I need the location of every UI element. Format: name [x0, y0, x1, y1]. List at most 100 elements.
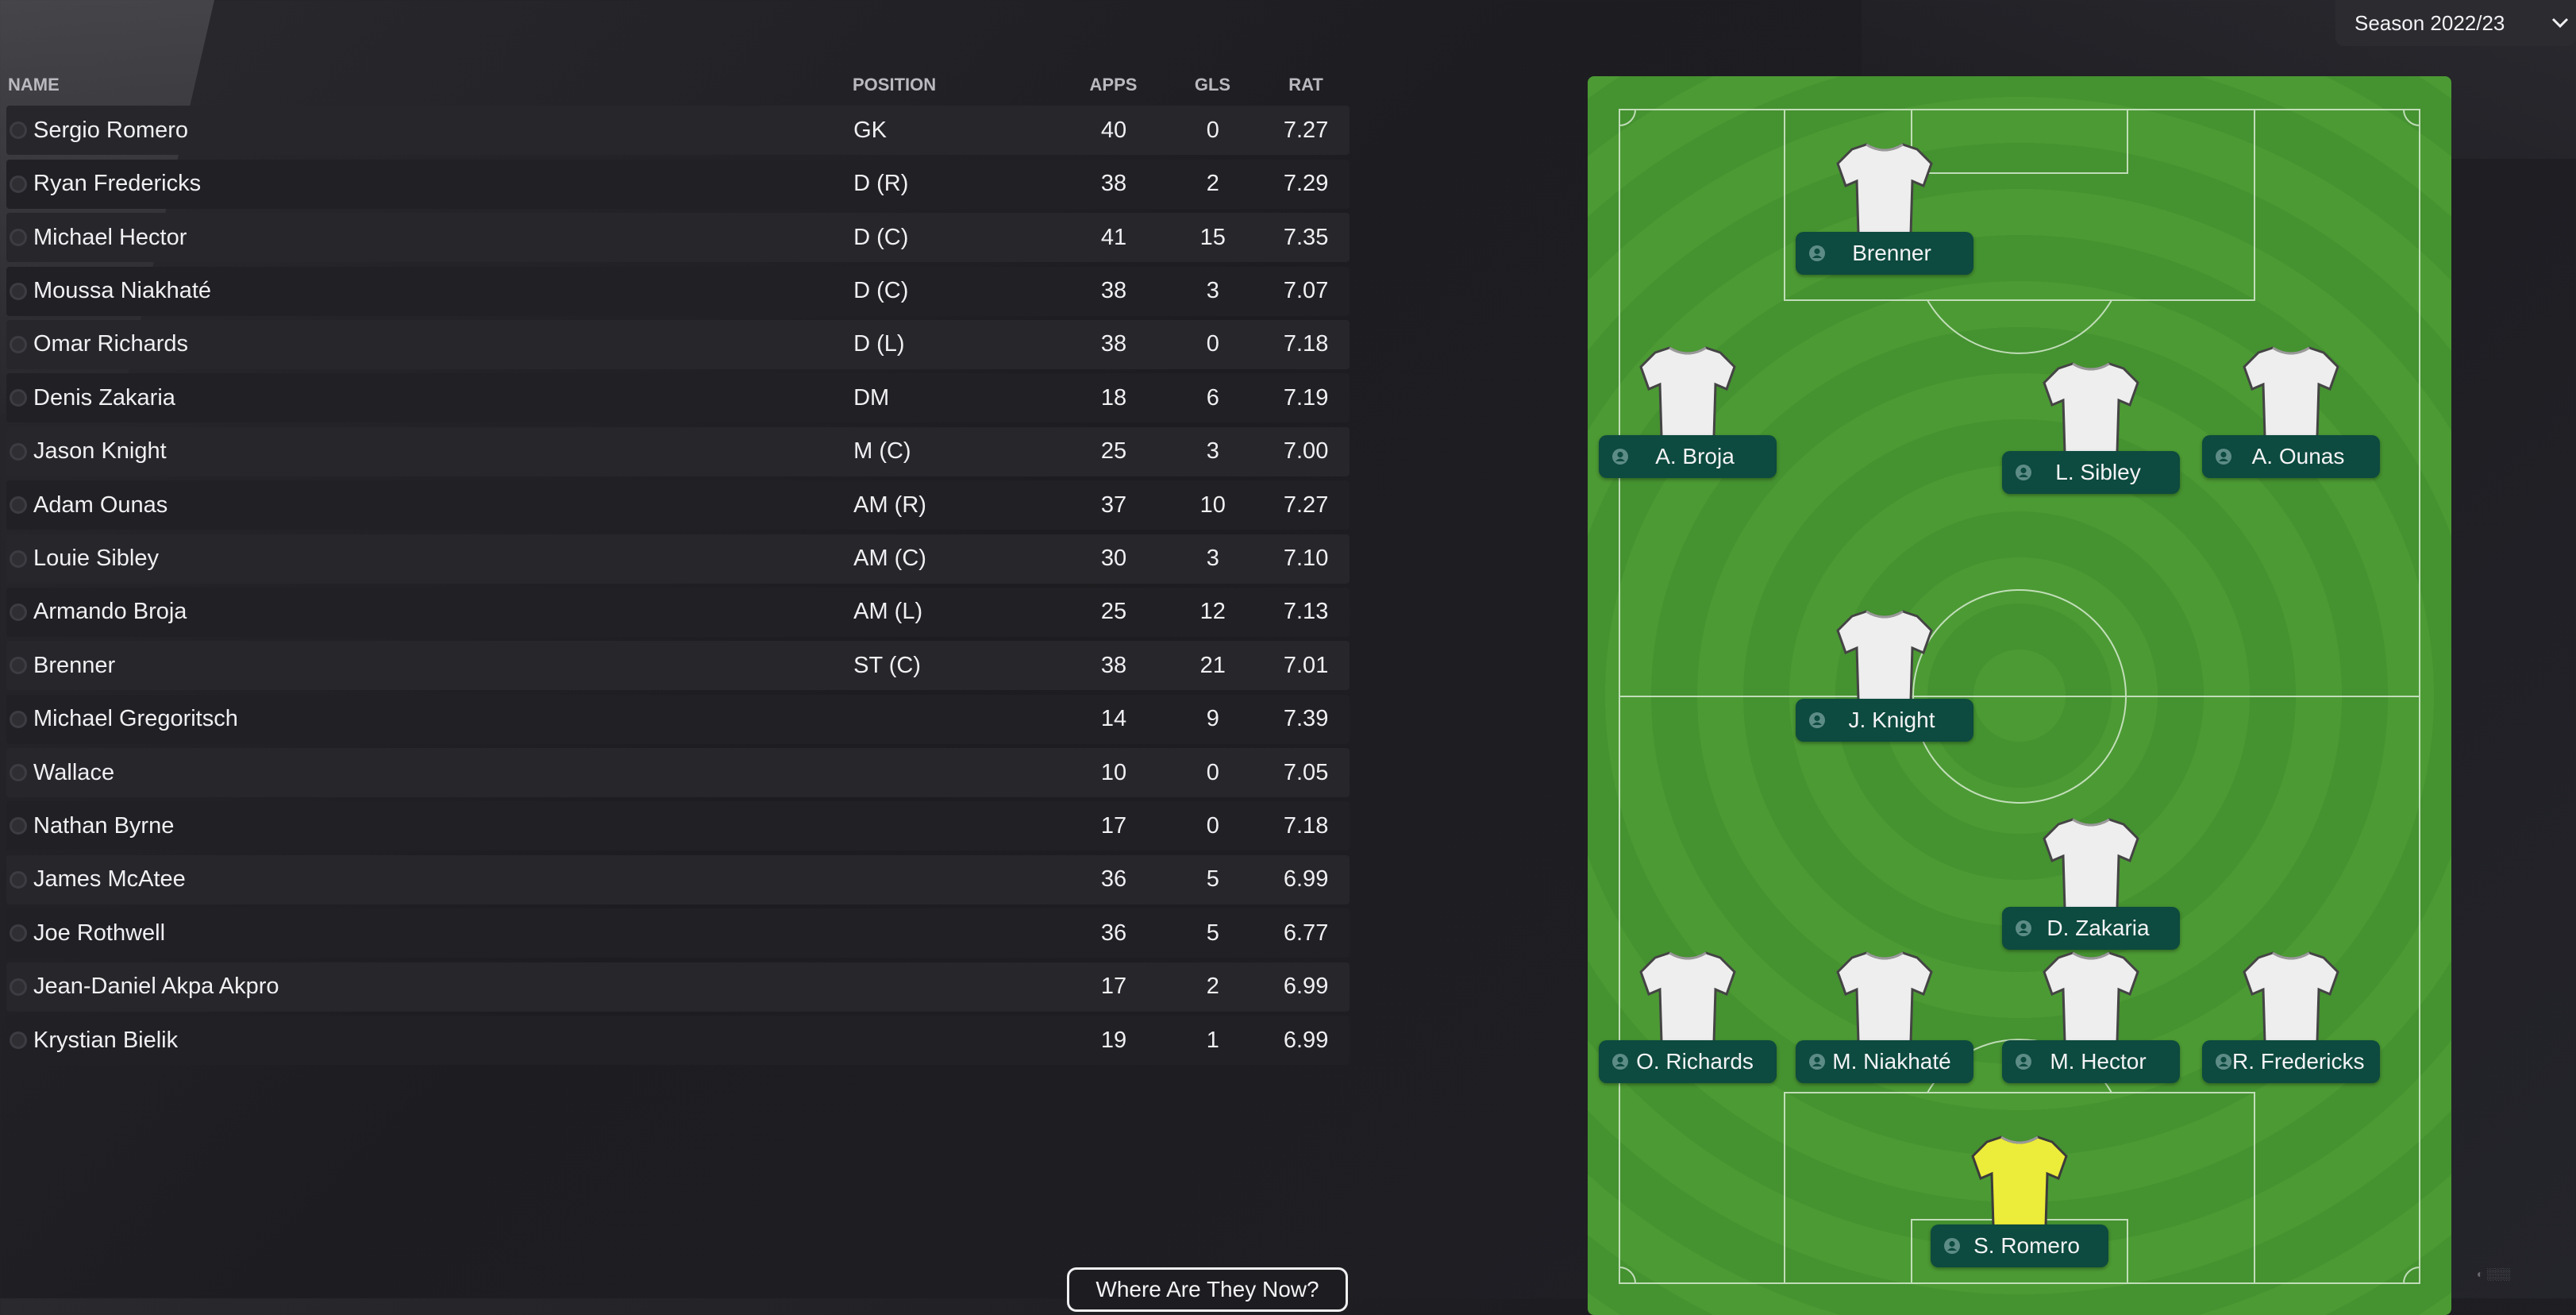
- player-name-tag[interactable]: J. Knight: [1796, 699, 1973, 742]
- goals-cell: 21: [1199, 652, 1226, 678]
- table-row[interactable]: Joe Rothwell 36 5 6.77: [6, 908, 1350, 958]
- position-cell: D (R): [853, 171, 909, 197]
- table-row[interactable]: Adam Ounas AM (R) 37 10 7.27: [6, 480, 1350, 530]
- header-apps[interactable]: APPS: [1064, 75, 1163, 95]
- player-name[interactable]: Brenner: [33, 653, 115, 679]
- player-name[interactable]: Joe Rothwell: [33, 920, 165, 947]
- header-gls[interactable]: GLS: [1163, 75, 1262, 95]
- player-name-tag[interactable]: A. Ounas: [2202, 435, 2380, 478]
- pitch-player-knight[interactable]: J. Knight: [1796, 607, 1973, 765]
- status-dot-icon: [10, 710, 27, 728]
- table-row[interactable]: Michael Gregoritsch 14 9 7.39: [6, 694, 1350, 744]
- shirt-icon: [2041, 948, 2141, 1045]
- player-name[interactable]: Adam Ounas: [33, 492, 167, 519]
- table-row[interactable]: Moussa Niakhaté D (C) 38 3 7.07: [6, 266, 1350, 316]
- pitch-player-sibley[interactable]: L. Sibley: [2002, 359, 2180, 518]
- rating-cell: 6.99: [1283, 1027, 1329, 1053]
- player-name[interactable]: Jason Knight: [33, 438, 167, 465]
- player-name[interactable]: Denis Zakaria: [33, 385, 175, 411]
- table-row[interactable]: Sergio Romero GK 40 0 7.27: [6, 106, 1350, 156]
- table-row[interactable]: Jean-Daniel Akpa Akpro 17 2 6.99: [6, 962, 1350, 1012]
- person-icon: [2015, 1053, 2032, 1070]
- player-name-cell: Sergio Romero: [6, 118, 851, 144]
- table-row[interactable]: Brenner ST (C) 38 21 7.01: [6, 641, 1350, 691]
- player-name-tag[interactable]: L. Sibley: [2002, 451, 2180, 494]
- player-name-tag[interactable]: A. Broja: [1599, 435, 1777, 478]
- table-row[interactable]: Wallace 10 0 7.05: [6, 748, 1350, 798]
- header-name[interactable]: NAME: [6, 75, 853, 95]
- apps-cell: 17: [1100, 974, 1127, 1000]
- player-name[interactable]: Nathan Byrne: [33, 813, 174, 839]
- table-row[interactable]: Omar Richards D (L) 38 0 7.18: [6, 319, 1350, 369]
- player-name-tag[interactable]: M. Hector: [2002, 1040, 2180, 1083]
- position-cell: D (L): [853, 331, 905, 357]
- pitch-player-richards[interactable]: O. Richards: [1599, 948, 1777, 1107]
- player-name[interactable]: Krystian Bielik: [33, 1028, 178, 1054]
- player-name[interactable]: James McAtee: [33, 866, 186, 893]
- pitch-player-niakhate[interactable]: M. Niakhaté: [1796, 948, 1973, 1107]
- player-name[interactable]: Michael Gregoritsch: [33, 706, 238, 732]
- status-dot-icon: [10, 496, 27, 515]
- shirt-icon: [2041, 359, 2141, 456]
- pitch-player-name: J. Knight: [1848, 708, 1935, 732]
- player-name-tag[interactable]: O. Richards: [1599, 1040, 1777, 1083]
- pitch-player-name: M. Niakhaté: [1832, 1049, 1951, 1074]
- player-name[interactable]: Louie Sibley: [33, 546, 159, 572]
- table-row[interactable]: Nathan Byrne 17 0 7.18: [6, 801, 1350, 851]
- header-rat[interactable]: RAT: [1262, 75, 1350, 95]
- goals-cell: 5: [1206, 920, 1219, 946]
- position-cell: DM: [853, 384, 890, 411]
- player-name-tag[interactable]: S. Romero: [1931, 1224, 2108, 1267]
- rating-cell: 7.01: [1283, 652, 1329, 678]
- pitch-player-broja[interactable]: A. Broja: [1599, 343, 1777, 502]
- player-name-cell: Louie Sibley: [6, 546, 851, 572]
- apps-cell: 36: [1100, 920, 1127, 946]
- player-name[interactable]: Armando Broja: [33, 599, 187, 625]
- goals-cell: 0: [1206, 331, 1219, 357]
- player-name[interactable]: Wallace: [33, 760, 114, 786]
- table-row[interactable]: Ryan Fredericks D (R) 38 2 7.29: [6, 159, 1350, 209]
- table-row[interactable]: Jason Knight M (C) 25 3 7.00: [6, 426, 1350, 476]
- watermark-logo: ◐ ░░░: [2477, 1267, 2511, 1280]
- player-name[interactable]: Jean-Daniel Akpa Akpro: [33, 974, 279, 1000]
- table-row[interactable]: Krystian Bielik 19 1 6.99: [6, 1016, 1350, 1066]
- player-name[interactable]: Moussa Niakhaté: [33, 278, 211, 304]
- player-name[interactable]: Michael Hector: [33, 225, 187, 251]
- player-name-tag[interactable]: D. Zakaria: [2002, 907, 2180, 950]
- pitch-player-hector[interactable]: M. Hector: [2002, 948, 2180, 1107]
- player-name-tag[interactable]: M. Niakhaté: [1796, 1040, 1973, 1083]
- player-name-tag[interactable]: Brenner: [1796, 232, 1973, 275]
- person-icon: [1808, 1053, 1826, 1070]
- table-row[interactable]: Louie Sibley AM (C) 30 3 7.10: [6, 534, 1350, 584]
- table-row[interactable]: Armando Broja AM (L) 25 12 7.13: [6, 587, 1350, 637]
- position-cell: GK: [853, 117, 888, 143]
- status-dot-icon: [10, 924, 27, 943]
- person-icon: [2215, 1053, 2232, 1070]
- pitch-player-ounas[interactable]: A. Ounas: [2202, 343, 2380, 502]
- pitch-player-fredericks[interactable]: R. Fredericks: [2202, 948, 2380, 1107]
- apps-cell: 36: [1100, 866, 1127, 893]
- rating-cell: 7.27: [1283, 492, 1329, 518]
- player-name[interactable]: Ryan Fredericks: [33, 171, 201, 197]
- player-name[interactable]: Omar Richards: [33, 331, 188, 357]
- status-dot-icon: [10, 603, 27, 621]
- table-row[interactable]: Michael Hector D (C) 41 15 7.35: [6, 213, 1350, 263]
- player-name[interactable]: Sergio Romero: [33, 118, 188, 144]
- goals-cell: 2: [1206, 974, 1219, 1000]
- chevron-down-icon: [2544, 17, 2576, 29]
- table-row[interactable]: Denis Zakaria DM 18 6 7.19: [6, 373, 1350, 423]
- pitch-player-romero[interactable]: S. Romero: [1931, 1132, 2108, 1291]
- table-row[interactable]: James McAtee 36 5 6.99: [6, 854, 1350, 904]
- status-dot-icon: [10, 764, 27, 782]
- player-name-tag[interactable]: R. Fredericks: [2202, 1040, 2380, 1083]
- rating-cell: 6.77: [1283, 920, 1329, 946]
- apps-cell: 38: [1100, 278, 1127, 304]
- season-selector[interactable]: Season 2022/23: [2335, 0, 2576, 46]
- where-are-they-now-button[interactable]: Where Are They Now?: [1067, 1267, 1348, 1312]
- pitch-player-brenner[interactable]: Brenner: [1796, 140, 1973, 299]
- position-cell: AM (R): [853, 492, 926, 518]
- goals-cell: 10: [1199, 492, 1226, 518]
- player-name-cell: Joe Rothwell: [6, 920, 851, 947]
- player-name-cell: Michael Gregoritsch: [6, 706, 851, 732]
- header-position[interactable]: POSITION: [853, 75, 1064, 95]
